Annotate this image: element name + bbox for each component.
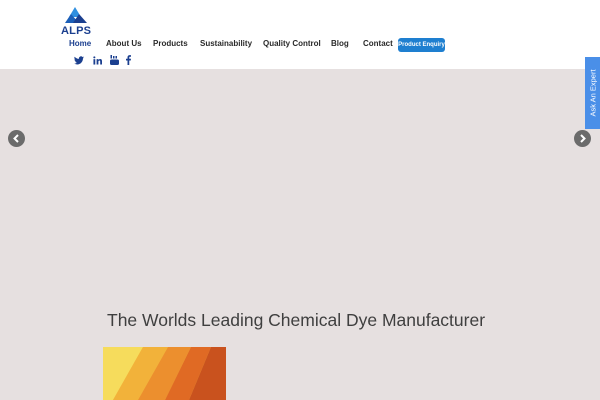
nav-quality-control[interactable]: Quality Control (263, 39, 321, 48)
hero-headline: The Worlds Leading Chemical Dye Manufact… (107, 310, 486, 330)
facebook-icon[interactable] (126, 54, 131, 66)
nav-contact[interactable]: Contact (363, 39, 393, 48)
nav-home[interactable]: Home (69, 39, 91, 48)
site-header: ALPS Home About Us Products Sustainabili… (0, 0, 600, 69)
youtube-icon[interactable] (110, 54, 119, 66)
nav-about-us[interactable]: About Us (106, 39, 142, 48)
ask-an-expert-label: Ask An Expert (588, 69, 597, 117)
twitter-icon[interactable] (74, 54, 84, 66)
chevron-left-icon (13, 134, 19, 143)
slider-prev-button[interactable] (8, 130, 25, 147)
ask-an-expert-tab[interactable]: Ask An Expert (585, 57, 600, 129)
nav-sustainability[interactable]: Sustainability (200, 39, 252, 48)
chevron-right-icon (580, 134, 586, 143)
fabric-swatch-image (103, 347, 226, 400)
nav-products[interactable]: Products (153, 39, 188, 48)
brand-name: ALPS (61, 25, 92, 37)
nav-blog[interactable]: Blog (331, 39, 349, 48)
product-enquiry-button[interactable]: Product Enquiry (398, 38, 445, 52)
slider-next-button[interactable] (574, 130, 591, 147)
linkedin-icon[interactable] (93, 54, 102, 66)
